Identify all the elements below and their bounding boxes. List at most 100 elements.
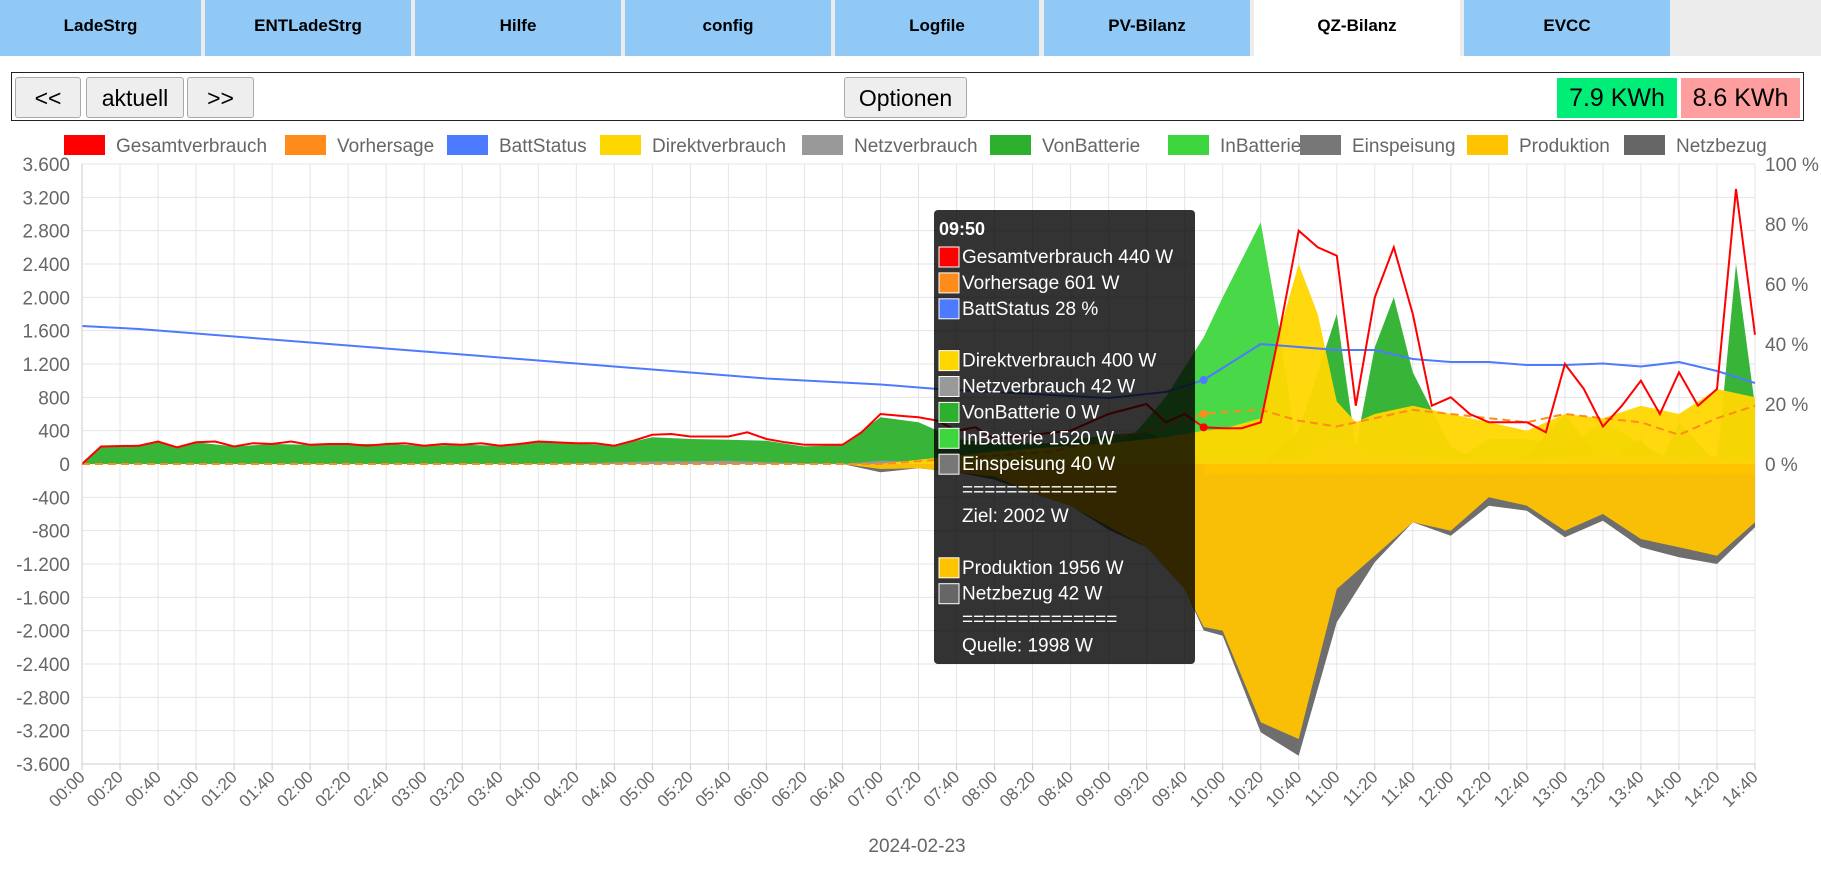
next-button[interactable]: >>: [187, 77, 254, 118]
x-tick-label: 14:20: [1680, 767, 1724, 811]
x-tick-label: 14:40: [1718, 767, 1762, 811]
x-tick-label: 13:40: [1604, 767, 1648, 811]
y-tick-label: 800: [38, 388, 70, 409]
legend-label: Gesamtverbrauch: [116, 136, 267, 157]
x-tick-label: 11:20: [1339, 767, 1382, 810]
x-tick-label: 10:00: [1186, 767, 1230, 811]
x-tick-label: 09:00: [1072, 767, 1116, 811]
y-tick-label: -2.800: [16, 688, 70, 709]
x-tick-label: 12:00: [1414, 767, 1458, 811]
x-tick-label: 11:00: [1301, 767, 1344, 810]
y2-tick-label: 80 %: [1765, 215, 1808, 236]
x-tick-label: 00:20: [83, 767, 127, 811]
hover-point-gesamtverbrauch: [1199, 423, 1208, 432]
x-tick-label: 05:00: [616, 767, 660, 811]
chart-legend: Gesamtverbrauch Vorhersage BattStatus Direk…: [64, 135, 1767, 157]
y2-tick-label: 20 %: [1765, 395, 1808, 416]
tooltip-line: Netzbezug 42 W: [962, 584, 1103, 605]
legend-swatch: [64, 135, 105, 155]
tab-ladestrg[interactable]: LadeStrg: [0, 0, 201, 56]
legend-swatch: [447, 135, 488, 155]
tooltip-line: Quelle: 1998 W: [962, 636, 1093, 657]
x-tick-label: 10:20: [1224, 767, 1268, 811]
x-tick-label: 03:40: [464, 767, 508, 811]
tooltip-line: Ziel: 2002 W: [962, 506, 1069, 527]
x-tick-label: 03:20: [426, 767, 470, 811]
x-tick-label: 07:40: [920, 767, 964, 811]
legend-label: Vorhersage: [337, 136, 434, 157]
tooltip-title: 09:50: [939, 219, 985, 239]
tooltip-line: Vorhersage 601 W: [962, 273, 1119, 294]
tooltip-line: Gesamtverbrauch 440 W: [962, 247, 1173, 268]
x-tick-label: 02:00: [273, 767, 317, 811]
x-tick-label: 04:00: [502, 767, 546, 811]
tooltip-swatch: [938, 427, 960, 449]
y-tick-label: -3.600: [16, 755, 70, 776]
tooltip-swatch: [938, 453, 960, 475]
legend-swatch: [1300, 135, 1341, 155]
x-tick-label: 00:40: [121, 767, 165, 811]
y-tick-label: 1.200: [22, 355, 70, 376]
options-button[interactable]: Optionen: [844, 77, 967, 118]
legend-label: Netzverbrauch: [854, 136, 978, 157]
tooltip-swatch: [938, 246, 960, 268]
y-tick-label: -1.200: [16, 555, 70, 576]
tooltip-line: ==============: [962, 610, 1117, 631]
x-tick-label: 01:20: [197, 767, 241, 811]
legend-label: Netzbezug: [1676, 136, 1767, 157]
y-axis: 3.600 3.200 2.800 2.400 2.000 1.600 1.200 800 40…: [16, 155, 83, 776]
tab-logfile[interactable]: Logfile: [835, 0, 1039, 56]
tab-hilfe[interactable]: Hilfe: [415, 0, 621, 56]
tooltip-line: InBatterie 1520 W: [962, 428, 1114, 449]
tab-config[interactable]: config: [625, 0, 831, 56]
current-button[interactable]: aktuell: [86, 77, 184, 118]
x-tick-label: 09:40: [1148, 767, 1192, 811]
x-tick-label: 06:40: [806, 767, 850, 811]
y-tick-label: 3.600: [22, 155, 70, 176]
x-tick-label: 02:20: [311, 767, 355, 811]
tab-pv-bilanz[interactable]: PV-Bilanz: [1044, 0, 1250, 56]
x-tick-label: 05:40: [692, 767, 736, 811]
x-axis-label: 2024-02-23: [868, 836, 965, 857]
x-tick-label: 01:00: [159, 767, 203, 811]
area-production-band: [1203, 464, 1755, 474]
tooltip-line: ==============: [962, 480, 1117, 501]
energy-red-badge: 8.6 KWh: [1681, 78, 1800, 118]
y2-tick-label: 100 %: [1765, 155, 1819, 176]
tab-evcc[interactable]: EVCC: [1464, 0, 1670, 56]
tooltip-swatch: [938, 350, 960, 372]
y2-axis: 100 % 80 % 60 % 40 % 20 % 0 %: [1765, 155, 1819, 476]
legend-label: Einspeisung: [1352, 136, 1456, 157]
x-tick-label: 09:20: [1110, 767, 1154, 811]
legend-label: BattStatus: [499, 136, 587, 157]
y-tick-label: 1.600: [22, 322, 70, 343]
y-tick-label: 2.000: [22, 288, 70, 309]
tab-qz-bilanz[interactable]: QZ-Bilanz: [1254, 0, 1460, 56]
energy-green-badge: 7.9 KWh: [1557, 78, 1677, 118]
y-tick-label: -3.200: [16, 722, 70, 743]
x-tick-label: 13:00: [1528, 767, 1572, 811]
legend-swatch: [285, 135, 326, 155]
energy-chart[interactable]: Gesamtverbrauch Vorhersage BattStatus Direk…: [0, 128, 1821, 880]
x-tick-label: 12:40: [1490, 767, 1534, 811]
x-tick-label: 03:00: [388, 767, 432, 811]
legend-swatch: [1624, 135, 1665, 155]
x-tick-label: 06:00: [730, 767, 774, 811]
legend-label: Produktion: [1519, 136, 1610, 157]
tab-entladestrg[interactable]: ENTLadeStrg: [205, 0, 411, 56]
tooltip-swatch: [938, 298, 960, 320]
y-tick-label: -1.600: [16, 588, 70, 609]
legend-swatch: [1467, 135, 1508, 155]
y-tick-label: 3.200: [22, 188, 70, 209]
x-tick-label: 04:40: [578, 767, 622, 811]
legend-label: Direktverbrauch: [652, 136, 786, 157]
tooltip-swatch: [938, 272, 960, 294]
x-tick-label: 07:20: [882, 767, 926, 811]
prev-button[interactable]: <<: [15, 77, 81, 118]
tooltip-swatch: [938, 557, 960, 579]
tooltip-line: Netzverbrauch 42 W: [962, 377, 1135, 398]
tooltip-swatch: [938, 583, 960, 605]
tooltip-line: BattStatus 28 %: [962, 299, 1098, 320]
y-tick-label: 400: [38, 422, 70, 443]
x-tick-label: 04:20: [540, 767, 584, 811]
